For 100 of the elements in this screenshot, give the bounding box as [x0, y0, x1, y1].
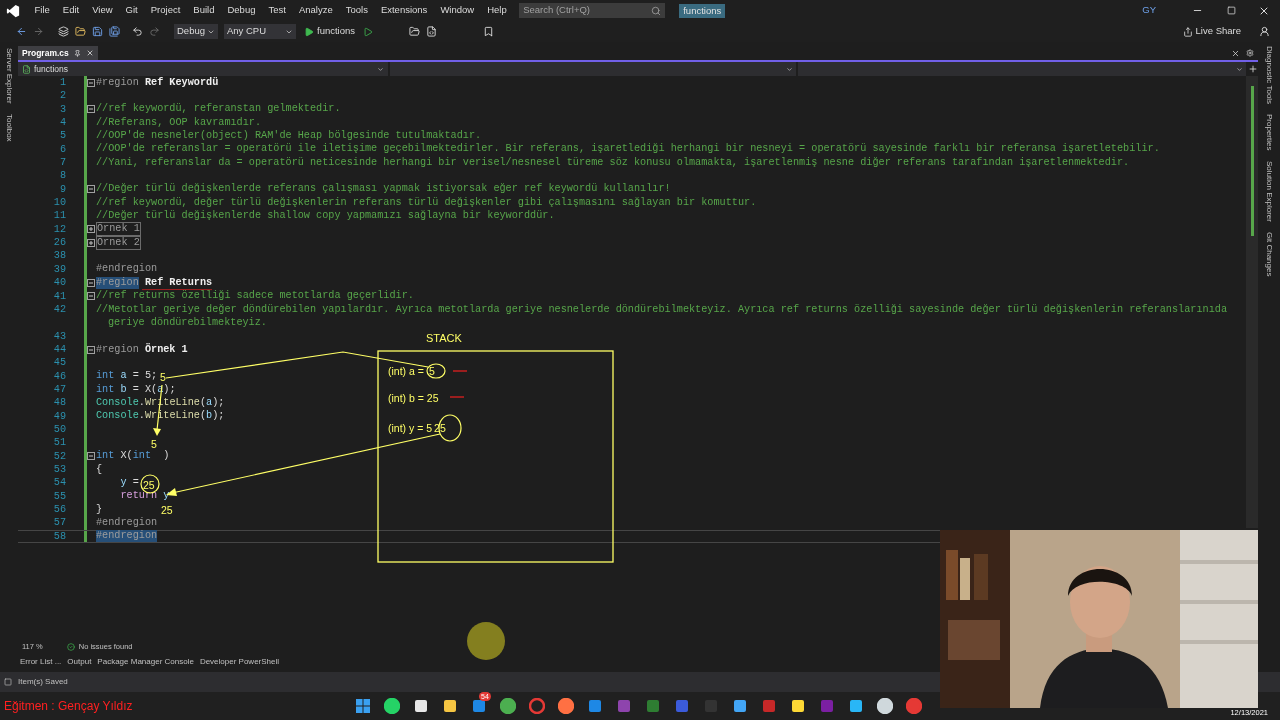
square-icon[interactable] — [761, 698, 777, 714]
line-number: 58 — [52, 529, 66, 544]
ring-icon[interactable] — [529, 698, 545, 714]
tool-window-tab[interactable]: Diagnostic Tools — [1263, 46, 1275, 105]
fold-toggle-icon[interactable] — [87, 292, 95, 301]
search-field[interactable]: Search (Ctrl+Q) — [519, 3, 666, 18]
tool-window-tab[interactable]: Server Explorer — [3, 48, 15, 104]
menu-item[interactable]: Help — [480, 3, 514, 18]
close-icon[interactable] — [1231, 48, 1240, 58]
menu-item[interactable]: Edit — [56, 3, 86, 18]
line-number: 9 — [58, 182, 66, 197]
annotation-dash — [449, 396, 465, 398]
check-icon — [66, 643, 75, 651]
pin-icon[interactable] — [73, 49, 81, 57]
configuration-dropdown[interactable]: Debug — [174, 24, 218, 39]
menu-item[interactable]: Tools — [339, 3, 375, 18]
document-tab[interactable]: Program.cs — [18, 46, 98, 60]
save-all-icon[interactable] — [109, 26, 120, 37]
stack-entry-value: 5 — [428, 364, 435, 379]
forward-icon[interactable] — [33, 26, 44, 37]
code-line: #region Ref Returns — [96, 276, 213, 289]
close-tab-icon[interactable] — [85, 49, 94, 57]
start-button[interactable]: functions — [302, 24, 358, 39]
line-number: 46 — [52, 369, 66, 383]
fold-toggle-icon[interactable] — [87, 225, 95, 234]
tool-window-tab[interactable]: Properties — [1263, 114, 1275, 151]
scrollbar[interactable] — [1246, 76, 1258, 528]
bookmark-icon[interactable] — [483, 26, 495, 37]
account-initials[interactable]: GY — [1142, 3, 1156, 18]
menu-item[interactable]: Project — [144, 3, 187, 18]
menu-item[interactable]: Build — [186, 3, 221, 18]
code-line: //OOP'de referanslar = operatörü ile iletişime geçebilmektedirler. Bir referans, işaretlediği herhangi bir nesneyi = operatörü sayesinde farklı bir referansa işaretletebilir. — [96, 143, 1160, 156]
stack-entry: (int) y = 5 — [388, 421, 433, 436]
status-icon — [4, 678, 12, 686]
line-number: 51 — [52, 436, 66, 450]
tool-window-tab[interactable]: Solution Explorer — [1263, 160, 1275, 222]
menu-item[interactable]: Analyze — [292, 3, 340, 18]
platform-dropdown[interactable]: Any CPU — [224, 24, 296, 39]
split-icon[interactable] — [1248, 64, 1258, 74]
code-line: #endregion — [96, 517, 158, 529]
start-without-debugging-icon[interactable] — [363, 26, 374, 37]
open-folder-icon[interactable] — [75, 26, 86, 37]
panel-tab[interactable]: Package Manager Console — [97, 656, 194, 668]
fold-toggle-icon[interactable] — [87, 345, 95, 354]
annotation-note: 5 — [160, 370, 166, 384]
live-share-button[interactable]: Live Share — [1182, 24, 1241, 39]
line-number: 38 — [52, 249, 66, 263]
code-line: geriye döndürebilmekteyiz. — [108, 316, 267, 330]
fold-toggle-icon[interactable] — [87, 278, 95, 287]
line-number: 40 — [52, 276, 66, 290]
stack-entry: (int) b = 25 — [388, 391, 439, 406]
undo-icon[interactable] — [132, 26, 143, 37]
fold-toggle-icon[interactable] — [87, 452, 95, 461]
line-number: 49 — [52, 409, 66, 423]
line-number: 54 — [52, 476, 66, 490]
settings-icon[interactable] — [1246, 49, 1254, 57]
project-dropdown[interactable]: functions — [18, 62, 388, 76]
tool-window-tab[interactable]: Git Changes — [1263, 231, 1275, 276]
restore-icon[interactable] — [1227, 6, 1236, 15]
fold-toggle-icon[interactable] — [87, 105, 95, 114]
line-number: 3 — [58, 102, 66, 117]
record-icon[interactable] — [906, 698, 922, 714]
caret-icon — [1236, 65, 1243, 73]
panel-tab[interactable]: Output — [67, 656, 92, 668]
line-number: 4 — [58, 116, 66, 130]
line-number: 44 — [52, 342, 66, 357]
new-project-icon[interactable] — [58, 26, 69, 37]
redo-icon[interactable] — [149, 26, 160, 37]
menu-item[interactable]: Git — [119, 3, 145, 18]
feedback-icon[interactable] — [1259, 26, 1270, 37]
panel-tab[interactable]: Error List ... — [20, 656, 62, 668]
code-line: //ref keywordü, referanstan gelmektedir. — [96, 103, 341, 116]
back-icon[interactable] — [16, 26, 27, 37]
tool-window-tab[interactable]: Toolbox — [3, 113, 15, 142]
menu-item[interactable]: File — [28, 3, 57, 18]
menu-item[interactable]: Test — [261, 3, 293, 18]
status-message: Item(s) Saved — [18, 676, 68, 688]
menu-item[interactable]: Debug — [220, 3, 262, 18]
windows-logo-icon[interactable] — [355, 698, 371, 714]
annotation-note: 5 — [151, 437, 157, 452]
menu-item[interactable]: Extensions — [374, 3, 434, 18]
app-logo-icon — [6, 3, 20, 18]
square-icon[interactable] — [645, 698, 661, 714]
line-number: 55 — [52, 489, 66, 503]
code-line: //Yani, referanslar da = operatörü neticesinde herhangi bir verisel/nesnesel türeme söz konusu olmamakta, işaretlenmiş nesne diğer referans tarafından işaretlenmektedir. — [96, 156, 1130, 169]
project-icon — [22, 64, 31, 74]
menu-item[interactable]: Window — [433, 3, 481, 18]
caret-icon — [377, 65, 384, 73]
fold-toggle-icon[interactable] — [87, 185, 95, 194]
menu-item[interactable]: View — [85, 3, 120, 18]
line-number: 11 — [52, 209, 66, 223]
annotation-circle — [426, 363, 446, 379]
annotation-note: 25 — [143, 478, 155, 491]
save-icon[interactable] — [92, 26, 103, 37]
fold-toggle-icon[interactable] — [87, 238, 95, 247]
file-icon[interactable] — [426, 26, 438, 37]
caret-icon — [786, 65, 793, 73]
line-number: 43 — [52, 329, 66, 343]
panel-tab[interactable]: Developer PowerShell — [199, 656, 280, 668]
fold-toggle-icon[interactable] — [87, 78, 95, 87]
